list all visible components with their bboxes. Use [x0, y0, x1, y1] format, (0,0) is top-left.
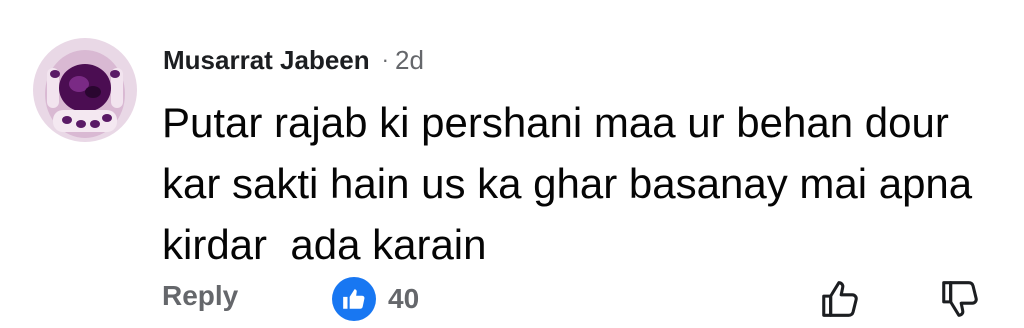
- timestamp[interactable]: 2d: [395, 45, 424, 76]
- thumbs-up-icon: [332, 277, 376, 321]
- separator-dot: ·: [381, 47, 389, 72]
- comment-text: Putar rajab ki pershani maa ur behan dou…: [162, 99, 973, 268]
- avatar-image: [33, 38, 137, 142]
- avatar[interactable]: [33, 38, 137, 142]
- thumbs-up-outline-icon[interactable]: [818, 276, 864, 322]
- thumbs-down-outline-icon[interactable]: [938, 276, 984, 322]
- comment: Musarrat Jabeen · 2d Putar rajab ki pers…: [0, 0, 1024, 328]
- reply-button[interactable]: Reply: [162, 280, 238, 312]
- reaction-summary[interactable]: 40: [332, 277, 419, 321]
- like-count: 40: [388, 283, 420, 314]
- comment-header: Musarrat Jabeen · 2d: [163, 40, 424, 80]
- author-name[interactable]: Musarrat Jabeen: [163, 45, 370, 76]
- comment-actions: Reply 40: [0, 270, 1024, 326]
